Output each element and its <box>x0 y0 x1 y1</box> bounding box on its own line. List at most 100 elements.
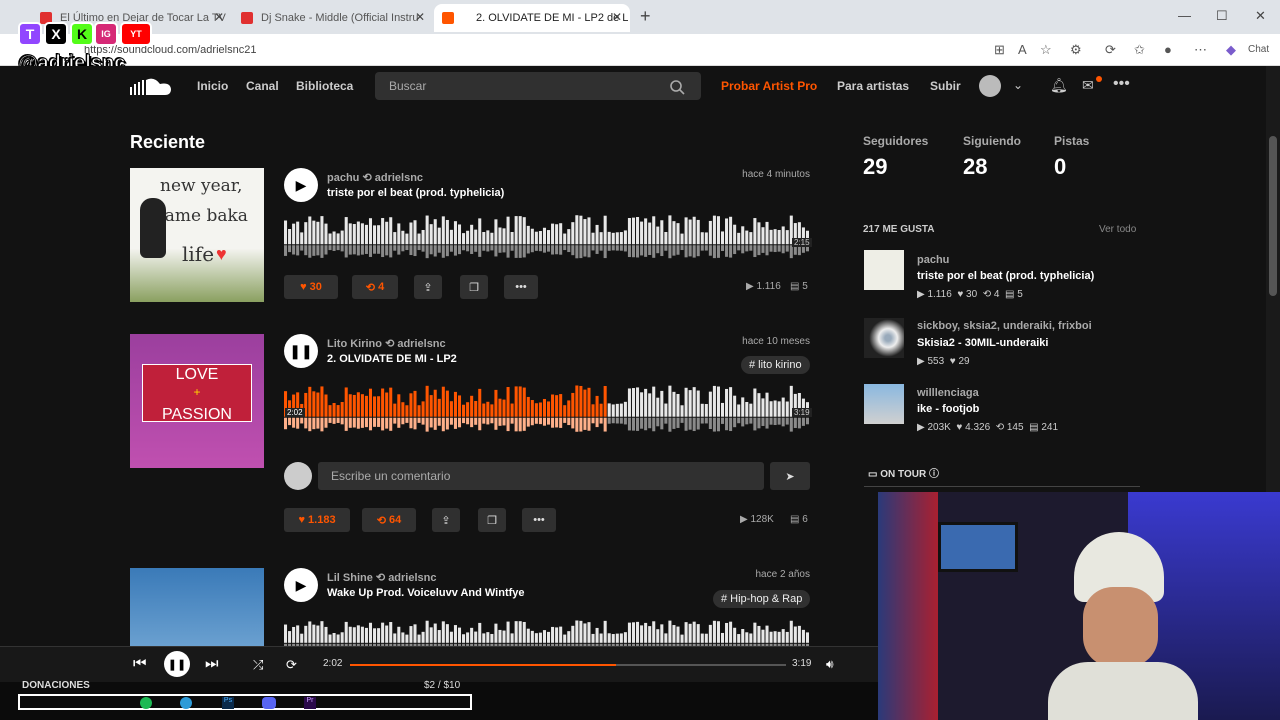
new-tab-button[interactable]: + <box>640 6 651 27</box>
track-artist[interactable]: Lil Shine ⟲ adrielsnc <box>327 571 437 584</box>
track-tag[interactable]: # lito kirino <box>741 356 810 374</box>
more-icon[interactable]: ⋯ <box>1194 42 1207 58</box>
url-field[interactable]: https://soundcloud.com/adrielsnc21 <box>70 39 1070 61</box>
comment-input[interactable]: Escribe un comentario <box>318 462 764 490</box>
close-tab-icon[interactable]: ✕ <box>612 10 622 24</box>
scrollbar-thumb[interactable] <box>1269 136 1277 296</box>
mail-icon[interactable]: ✉ <box>1082 77 1094 94</box>
like-button[interactable]: ♥ 1.183 <box>284 508 350 532</box>
repost-button[interactable]: ⟲ 64 <box>362 508 416 532</box>
like-user[interactable]: willlenciaga <box>917 387 979 399</box>
waveform-reflection <box>510 417 514 424</box>
track-artwork[interactable]: new year, same baka life ♥ <box>130 168 264 302</box>
track-artist[interactable]: pachu ⟲ adrielsnc <box>327 171 423 184</box>
like-artwork[interactable] <box>864 250 904 290</box>
repost-user[interactable]: adrielsnc <box>397 338 445 350</box>
more-options-icon[interactable]: ••• <box>1113 75 1130 93</box>
repost-user[interactable]: adrielsnc <box>388 572 436 584</box>
copy-link-button[interactable]: ❐ <box>478 508 506 532</box>
minimize-icon[interactable]: — <box>1178 8 1191 23</box>
read-aloud-icon[interactable]: A <box>1018 42 1027 57</box>
repost-user[interactable]: adrielsnc <box>375 172 423 184</box>
ver-todo-link[interactable]: Ver todo <box>1099 224 1136 235</box>
like-artwork[interactable] <box>864 384 904 424</box>
sync-icon[interactable]: ⟳ <box>1105 42 1116 58</box>
track-artwork[interactable] <box>130 568 264 646</box>
waveform-reflection <box>773 417 777 426</box>
copy-link-button[interactable]: ❐ <box>460 275 488 299</box>
para-artistas-link[interactable]: Para artistas <box>837 79 909 93</box>
volume-icon[interactable]: 🔊︎ <box>826 657 834 672</box>
nav-canal[interactable]: Canal <box>246 79 279 93</box>
avatar[interactable] <box>979 75 1001 97</box>
play-button[interactable]: ▶ <box>284 568 318 602</box>
track-artwork[interactable]: LOVE + PASSION <box>130 334 264 468</box>
subir-link[interactable]: Subir <box>930 79 961 93</box>
tracks-count[interactable]: 0 <box>1054 154 1066 180</box>
like-title[interactable]: Skisia2 - 30MIL-underaiki <box>917 337 1048 349</box>
followers-count[interactable]: 29 <box>863 154 887 180</box>
discord-icon[interactable] <box>262 697 276 709</box>
browser-tab[interactable]: Dj Snake - Middle (Official Instru ✕ <box>233 4 433 32</box>
edge-icon[interactable] <box>180 697 192 709</box>
favorites-icon[interactable]: ✩ <box>1134 42 1145 58</box>
track-title[interactable]: Wake Up Prod. Voiceluvv And Wintfye <box>327 587 525 599</box>
like-artwork[interactable] <box>864 318 904 358</box>
waveform[interactable] <box>284 382 810 438</box>
more-button[interactable]: ••• <box>522 508 556 532</box>
maximize-icon[interactable]: ☐ <box>1216 8 1228 24</box>
repost-button[interactable]: ⟲ 4 <box>352 275 398 299</box>
soundcloud-logo-icon[interactable] <box>130 77 172 97</box>
followers-label[interactable]: Seguidores <box>863 134 928 148</box>
tracks-label[interactable]: Pistas <box>1054 134 1089 148</box>
track-title[interactable]: 2. OLVIDATE DE MI - LP2 <box>327 353 457 365</box>
following-label[interactable]: Siguiendo <box>963 134 1021 148</box>
following-count[interactable]: 28 <box>963 154 987 180</box>
artist-pro-link[interactable]: Probar Artist Pro <box>721 79 817 93</box>
shuffle-icon[interactable]: ⤮ <box>253 657 263 673</box>
pause-button[interactable]: ❚❚ <box>284 334 318 368</box>
track-artist[interactable]: Lito Kirino ⟲ adrielsnc <box>327 337 446 350</box>
like-button[interactable]: ♥ 30 <box>284 275 338 299</box>
like-title[interactable]: ike - footjob <box>917 403 979 415</box>
browser-tab-active[interactable]: 2. OLVIDATE DE MI - LP2 de L ✕ <box>434 4 630 32</box>
waveform[interactable] <box>284 618 810 646</box>
close-tab-icon[interactable]: ✕ <box>415 10 425 24</box>
search-icon[interactable] <box>669 79 685 95</box>
close-tab-icon[interactable]: ✕ <box>214 10 224 24</box>
like-title[interactable]: triste por el beat (prod. typhelicia) <box>917 270 1094 282</box>
like-user[interactable]: sickboy, sksia2, underaiki, frixboi <box>917 320 1092 332</box>
search-input[interactable]: Buscar <box>375 72 701 100</box>
waveform-reflection <box>292 417 296 428</box>
pause-button[interactable]: ❚❚ <box>164 651 190 677</box>
play-button[interactable]: ▶ <box>284 168 318 202</box>
premiere-icon[interactable]: Pr <box>304 697 316 709</box>
apps-icon[interactable]: ⊞ <box>994 42 1005 58</box>
progress-bar[interactable] <box>350 664 786 666</box>
repeat-icon[interactable]: ⟳ <box>286 657 297 673</box>
waveform[interactable] <box>284 212 810 264</box>
waveform-bar <box>551 223 555 245</box>
nav-biblioteca[interactable]: Biblioteca <box>296 79 353 93</box>
close-window-icon[interactable]: ✕ <box>1255 8 1266 24</box>
extensions-icon[interactable]: ⚙ <box>1070 42 1082 58</box>
chevron-down-icon[interactable]: ⌄ <box>1013 78 1023 92</box>
profile-icon[interactable]: ● <box>1164 42 1172 57</box>
next-icon[interactable]: ⏭ <box>205 655 219 672</box>
chat-label[interactable]: Chat <box>1248 44 1269 55</box>
spotify-icon[interactable] <box>140 697 152 709</box>
nav-inicio[interactable]: Inicio <box>197 79 228 93</box>
share-button[interactable]: ⇪ <box>432 508 460 532</box>
previous-icon[interactable]: ⏮ <box>133 655 147 672</box>
bell-icon[interactable]: 🔔︎ <box>1050 77 1068 94</box>
like-user[interactable]: pachu <box>917 254 949 266</box>
share-button[interactable]: ⇪ <box>414 275 442 299</box>
photoshop-icon[interactable]: Ps <box>222 697 234 709</box>
more-button[interactable]: ••• <box>504 275 538 299</box>
track-title[interactable]: triste por el beat (prod. typhelicia) <box>327 187 504 199</box>
track-tag[interactable]: # Hip-hop & Rap <box>713 590 811 608</box>
copilot-icon[interactable]: ◆ <box>1226 42 1236 58</box>
favorite-star-icon[interactable]: ☆ <box>1040 42 1052 58</box>
send-comment-button[interactable]: ➤ <box>770 462 810 490</box>
waveform-bar <box>360 626 364 643</box>
